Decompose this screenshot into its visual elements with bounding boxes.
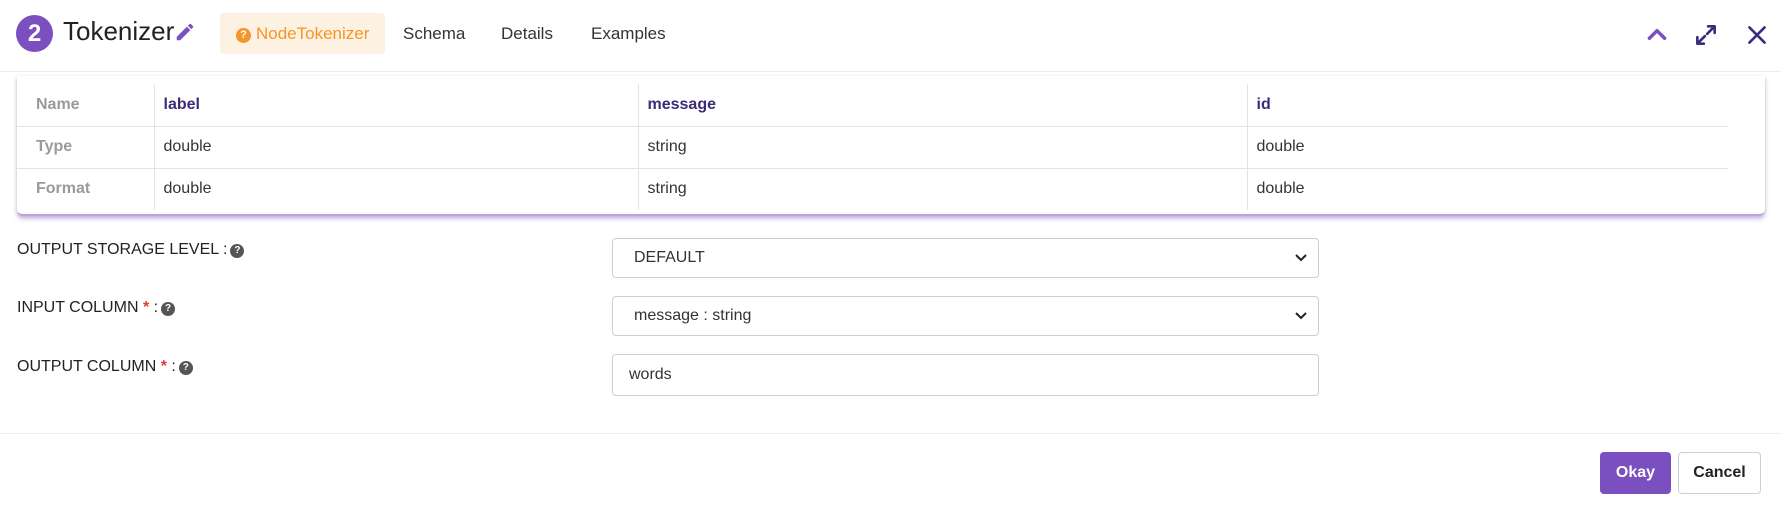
input-column-label: INPUT COLUMN * :? [17,299,176,317]
input-value: words [629,366,672,383]
tab-examples[interactable]: Examples [591,13,666,54]
cancel-button[interactable]: Cancel [1678,452,1761,494]
help-icon[interactable]: ? [230,244,245,258]
column-name-cell: label [153,84,638,127]
row-header-format: Format [36,180,91,198]
tab-details[interactable]: Details [501,13,553,54]
column-name-cell: message [637,84,1247,127]
row-header-name: Name [17,84,154,127]
label-suffix: : [153,299,159,316]
modal-header: 2 Tokenizer ? NodeTokenizer Schema Detail… [0,0,1781,72]
tab-nodetokenizer[interactable]: ? NodeTokenizer [220,13,386,54]
pencil-icon[interactable] [174,21,196,43]
required-marker: * [142,299,150,316]
page-title: Tokenizer [63,16,175,46]
column-format-cell: double [153,168,638,210]
schema-preview-card: Name label message id Type double string… [17,76,1765,216]
output-storage-level-select[interactable]: DEFAULT [612,238,1319,278]
selected-value: DEFAULT [634,249,705,266]
label-suffix: : [171,358,176,375]
column-type-cell: double [1246,126,1728,169]
chevron-up-icon[interactable] [1644,22,1670,48]
selected-value: message : string [634,307,752,324]
help-icon[interactable]: ? [161,302,176,316]
label-text: OUTPUT COLUMN [17,358,157,375]
input-column-select[interactable]: message : string [612,296,1319,336]
column-format-cell: string [637,168,1247,210]
column-type-cell: string [637,126,1247,169]
chevron-down-icon [1295,254,1307,262]
tab-label: NodeTokenizer [256,24,370,43]
tab-schema[interactable]: Schema [403,13,465,54]
table-row: Format double string double [17,168,1728,210]
label-text: INPUT COLUMN [17,299,139,316]
output-storage-level-label: OUTPUT STORAGE LEVEL :? [17,241,245,259]
step-number-badge: 2 [16,15,53,52]
row-header-type: Type [17,126,154,169]
okay-button[interactable]: Okay [1600,452,1671,494]
column-name-cell: id [1246,84,1728,127]
close-icon[interactable] [1744,22,1770,48]
help-icon[interactable]: ? [178,361,193,375]
required-marker: * [160,358,167,375]
column-format-cell: double [1246,168,1728,210]
table-row: Type double string double [17,126,1728,169]
column-type-cell: double [153,126,638,169]
table-row: Name label message id [17,84,1728,127]
chevron-down-icon [1295,312,1307,320]
question-circle-icon: ? [236,28,251,43]
schema-table: Name label message id Type double string… [17,84,1728,210]
expand-icon[interactable] [1693,22,1719,48]
output-column-label: OUTPUT COLUMN * :? [17,358,193,376]
label-text: OUTPUT STORAGE LEVEL : [17,241,228,258]
footer-divider [0,433,1781,434]
output-column-input[interactable]: words [612,354,1319,396]
